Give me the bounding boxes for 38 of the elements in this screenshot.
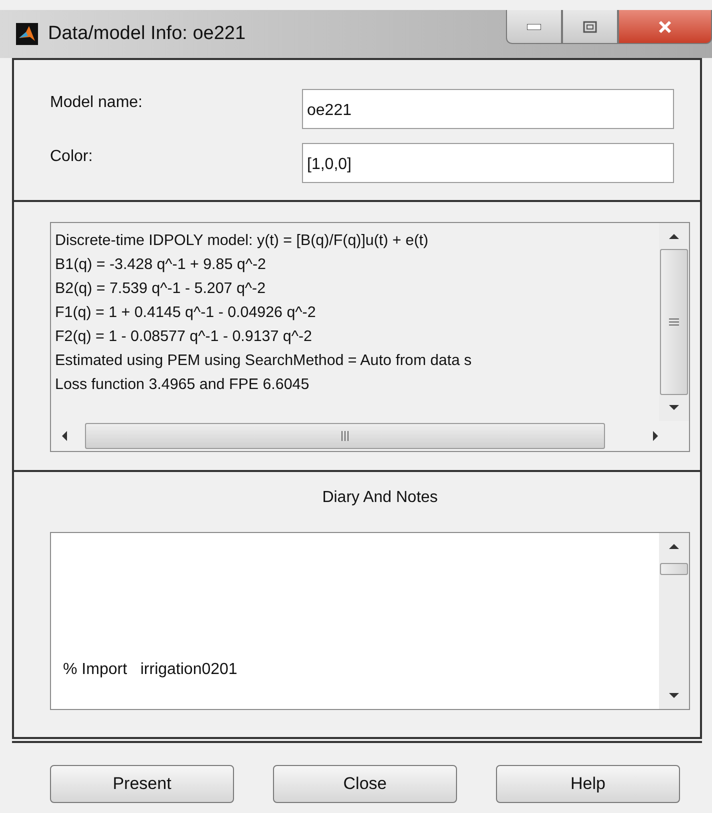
info-line: Loss function 3.4965 and FPE 6.6045	[55, 375, 310, 395]
maximize-icon	[583, 20, 597, 32]
scroll-thumb[interactable]	[85, 423, 605, 449]
close-button[interactable]	[618, 10, 712, 44]
right-arrow-icon	[653, 431, 659, 441]
grip-icon	[669, 318, 679, 326]
left-arrow-icon	[61, 431, 67, 441]
notes-title: Diary And Notes	[321, 488, 439, 508]
field-label: Color:	[50, 148, 94, 166]
close-icon	[657, 20, 673, 34]
window-title: Data/model Info: oe221	[48, 23, 246, 45]
info-line: Estimated using PEM using SearchMethod = Auto from data s	[55, 351, 473, 371]
minimize-icon	[527, 24, 541, 30]
input-field[interactable]: oe221	[302, 89, 674, 129]
notes-text: % Import irrigation0201	[63, 661, 238, 679]
info-line: F2(q) = 1 - 0.08577 q^-1 - 0.9137 q^-2	[55, 327, 313, 347]
info-line: Discrete-time IDPOLY model: y(t) = [B(q)/F(q)]u(t) + e(t)	[55, 231, 430, 251]
info-line: B1(q) = -3.428 q^-1 + 9.85 q^-2	[55, 255, 267, 275]
down-arrow-icon	[669, 405, 679, 411]
scroll-thumb[interactable]	[660, 563, 688, 575]
scroll-thumb[interactable]	[660, 249, 688, 395]
info-line: B2(q) = 7.539 q^-1 - 5.207 q^-2	[55, 279, 267, 299]
down-arrow-icon	[669, 693, 679, 699]
up-arrow-icon	[669, 543, 679, 549]
app-icon	[16, 23, 38, 45]
maximize-button[interactable]	[562, 10, 618, 44]
grip-icon	[341, 431, 349, 441]
minimize-button[interactable]	[506, 10, 562, 44]
dialog-button[interactable]: Help	[496, 765, 680, 803]
dialog-button[interactable]: Present	[50, 765, 234, 803]
info-line: F1(q) = 1 + 0.4145 q^-1 - 0.04926 q^-2	[55, 303, 317, 323]
field-label: Model name:	[50, 94, 144, 112]
up-arrow-icon	[669, 233, 679, 239]
notes-box[interactable]: % Import irrigation0201	[50, 532, 690, 710]
dialog-button[interactable]: Close	[273, 765, 457, 803]
input-field[interactable]: [1,0,0]	[302, 143, 674, 183]
vertical-scrollbar[interactable]	[659, 223, 689, 421]
vertical-scrollbar[interactable]	[659, 533, 689, 709]
